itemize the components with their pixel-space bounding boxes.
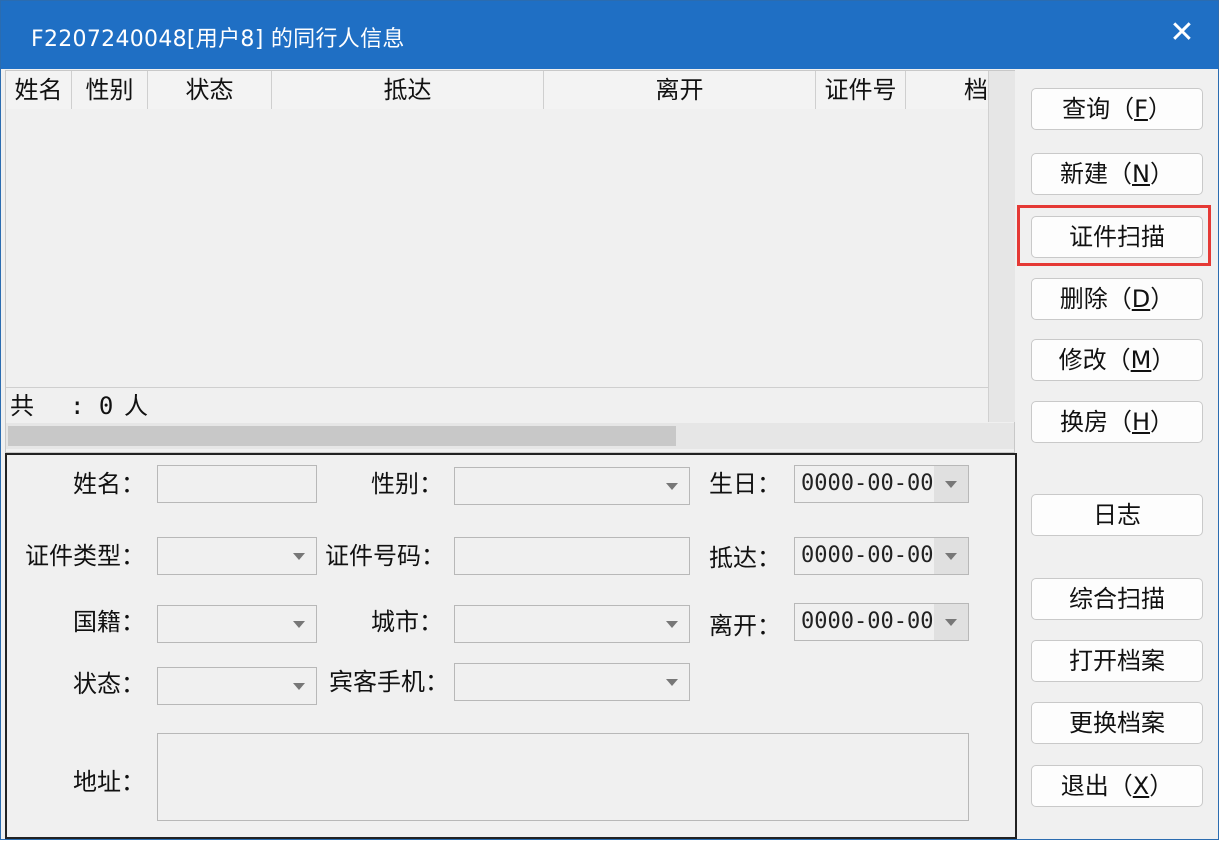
summary-label: 共	[10, 392, 34, 420]
new-button-hotkey: N	[1132, 160, 1150, 188]
table-summary: 共 : 0 人	[6, 387, 988, 424]
change-room-button-label: 换房（	[1059, 408, 1132, 436]
delete-button-label-end: ）	[1150, 285, 1175, 313]
leave-value[interactable]: 0000-00-00	[801, 604, 933, 640]
combined-scan-button[interactable]: 综合扫描	[1031, 578, 1203, 620]
birthday-value[interactable]: 0000-00-00	[801, 466, 933, 502]
id-type-select[interactable]	[157, 537, 317, 575]
column-header-leave[interactable]: 离开	[544, 71, 816, 109]
id-number-label: 证件号码：	[325, 542, 445, 570]
city-select[interactable]	[454, 605, 690, 643]
new-button[interactable]: 新建（N）	[1031, 153, 1203, 195]
companion-detail-form: 姓名： 性别： 生日： 0000-00-00 证件类型： 证件号码： 抵达： 0…	[5, 453, 1017, 839]
delete-button-hotkey: D	[1131, 285, 1151, 313]
chevron-down-icon[interactable]	[282, 668, 316, 704]
window-title: F2207240048[用户8] 的同行人信息	[31, 27, 405, 52]
delete-button[interactable]: 删除（D）	[1031, 278, 1203, 320]
column-header-name[interactable]: 姓名	[6, 71, 72, 109]
chevron-down-icon[interactable]	[655, 664, 689, 700]
chevron-down-icon[interactable]	[282, 606, 316, 642]
gender-select[interactable]	[454, 467, 690, 505]
status-label: 状态：	[73, 670, 145, 698]
delete-button-label: 删除（	[1059, 285, 1132, 313]
status-select[interactable]	[157, 667, 317, 705]
modify-button-label: 修改（	[1058, 346, 1131, 374]
birthday-date-picker[interactable]: 0000-00-00	[794, 465, 969, 503]
query-button-label: 查询（	[1062, 95, 1135, 123]
exit-button[interactable]: 退出（X）	[1031, 765, 1203, 807]
query-button-hotkey: F	[1134, 95, 1148, 123]
column-header-arrive[interactable]: 抵达	[272, 71, 544, 109]
name-field[interactable]	[157, 465, 317, 503]
chevron-down-icon[interactable]	[282, 538, 316, 574]
summary-unit: 人	[124, 392, 148, 420]
column-header-id-number[interactable]: 证件号	[816, 71, 906, 109]
vertical-scrollbar[interactable]	[988, 71, 1015, 422]
change-room-button-hotkey: H	[1131, 408, 1151, 436]
city-label: 城市：	[371, 608, 443, 636]
table-header: 姓名 性别 状态 抵达 离开 证件号 档	[6, 71, 988, 110]
arrive-value[interactable]: 0000-00-00	[801, 538, 933, 574]
table-body[interactable]	[6, 109, 988, 387]
address-textarea[interactable]	[157, 733, 969, 821]
scan-id-button[interactable]: 证件扫描	[1031, 216, 1203, 258]
horizontal-scrollbar[interactable]	[6, 423, 1014, 449]
new-button-label: 新建（	[1060, 160, 1133, 188]
exit-button-hotkey: X	[1132, 772, 1150, 800]
nationality-select[interactable]	[157, 605, 317, 643]
chevron-down-icon[interactable]	[934, 604, 968, 640]
open-archive-button[interactable]: 打开档案	[1031, 640, 1203, 682]
mobile-select[interactable]	[454, 663, 690, 701]
gender-label: 性别：	[371, 470, 443, 498]
replace-archive-button[interactable]: 更换档案	[1031, 702, 1203, 744]
log-button[interactable]: 日志	[1031, 494, 1203, 536]
chevron-down-icon[interactable]	[934, 538, 968, 574]
leave-date-picker[interactable]: 0000-00-00	[794, 603, 969, 641]
arrive-date-picker[interactable]: 0000-00-00	[794, 537, 969, 575]
companion-table[interactable]: 姓名 性别 状态 抵达 离开 证件号 档 共 : 0 人	[5, 70, 1015, 453]
title-bar[interactable]: F2207240048[用户8] 的同行人信息 ✕	[1, 1, 1218, 69]
summary-count: : 0	[70, 392, 114, 420]
name-label: 姓名：	[73, 470, 145, 498]
modify-button[interactable]: 修改（M）	[1031, 339, 1203, 381]
close-icon[interactable]: ✕	[1164, 15, 1200, 51]
chevron-down-icon[interactable]	[655, 606, 689, 642]
chevron-down-icon[interactable]	[655, 468, 689, 504]
modify-button-hotkey: M	[1130, 346, 1152, 374]
change-room-button-label-end: ）	[1150, 408, 1175, 436]
column-header-archive[interactable]: 档	[906, 71, 988, 109]
id-type-label: 证件类型：	[25, 542, 145, 570]
id-number-field[interactable]	[454, 537, 690, 575]
query-button[interactable]: 查询（F）	[1031, 88, 1203, 130]
chevron-down-icon[interactable]	[934, 466, 968, 502]
arrive-label: 抵达：	[709, 544, 781, 572]
mobile-label: 宾客手机：	[329, 668, 449, 696]
address-label: 地址：	[73, 768, 145, 796]
query-button-label-end: ）	[1147, 95, 1172, 123]
exit-button-label: 退出（	[1060, 772, 1133, 800]
nationality-label: 国籍：	[73, 608, 145, 636]
column-header-status[interactable]: 状态	[148, 71, 272, 109]
modify-button-label-end: ）	[1151, 346, 1176, 374]
change-room-button[interactable]: 换房（H）	[1031, 401, 1203, 443]
birthday-label: 生日：	[709, 470, 781, 498]
column-header-gender[interactable]: 性别	[72, 71, 148, 109]
exit-button-label-end: ）	[1149, 772, 1174, 800]
horizontal-scroll-thumb[interactable]	[8, 426, 676, 446]
new-button-label-end: ）	[1149, 160, 1174, 188]
leave-label: 离开：	[709, 612, 781, 640]
